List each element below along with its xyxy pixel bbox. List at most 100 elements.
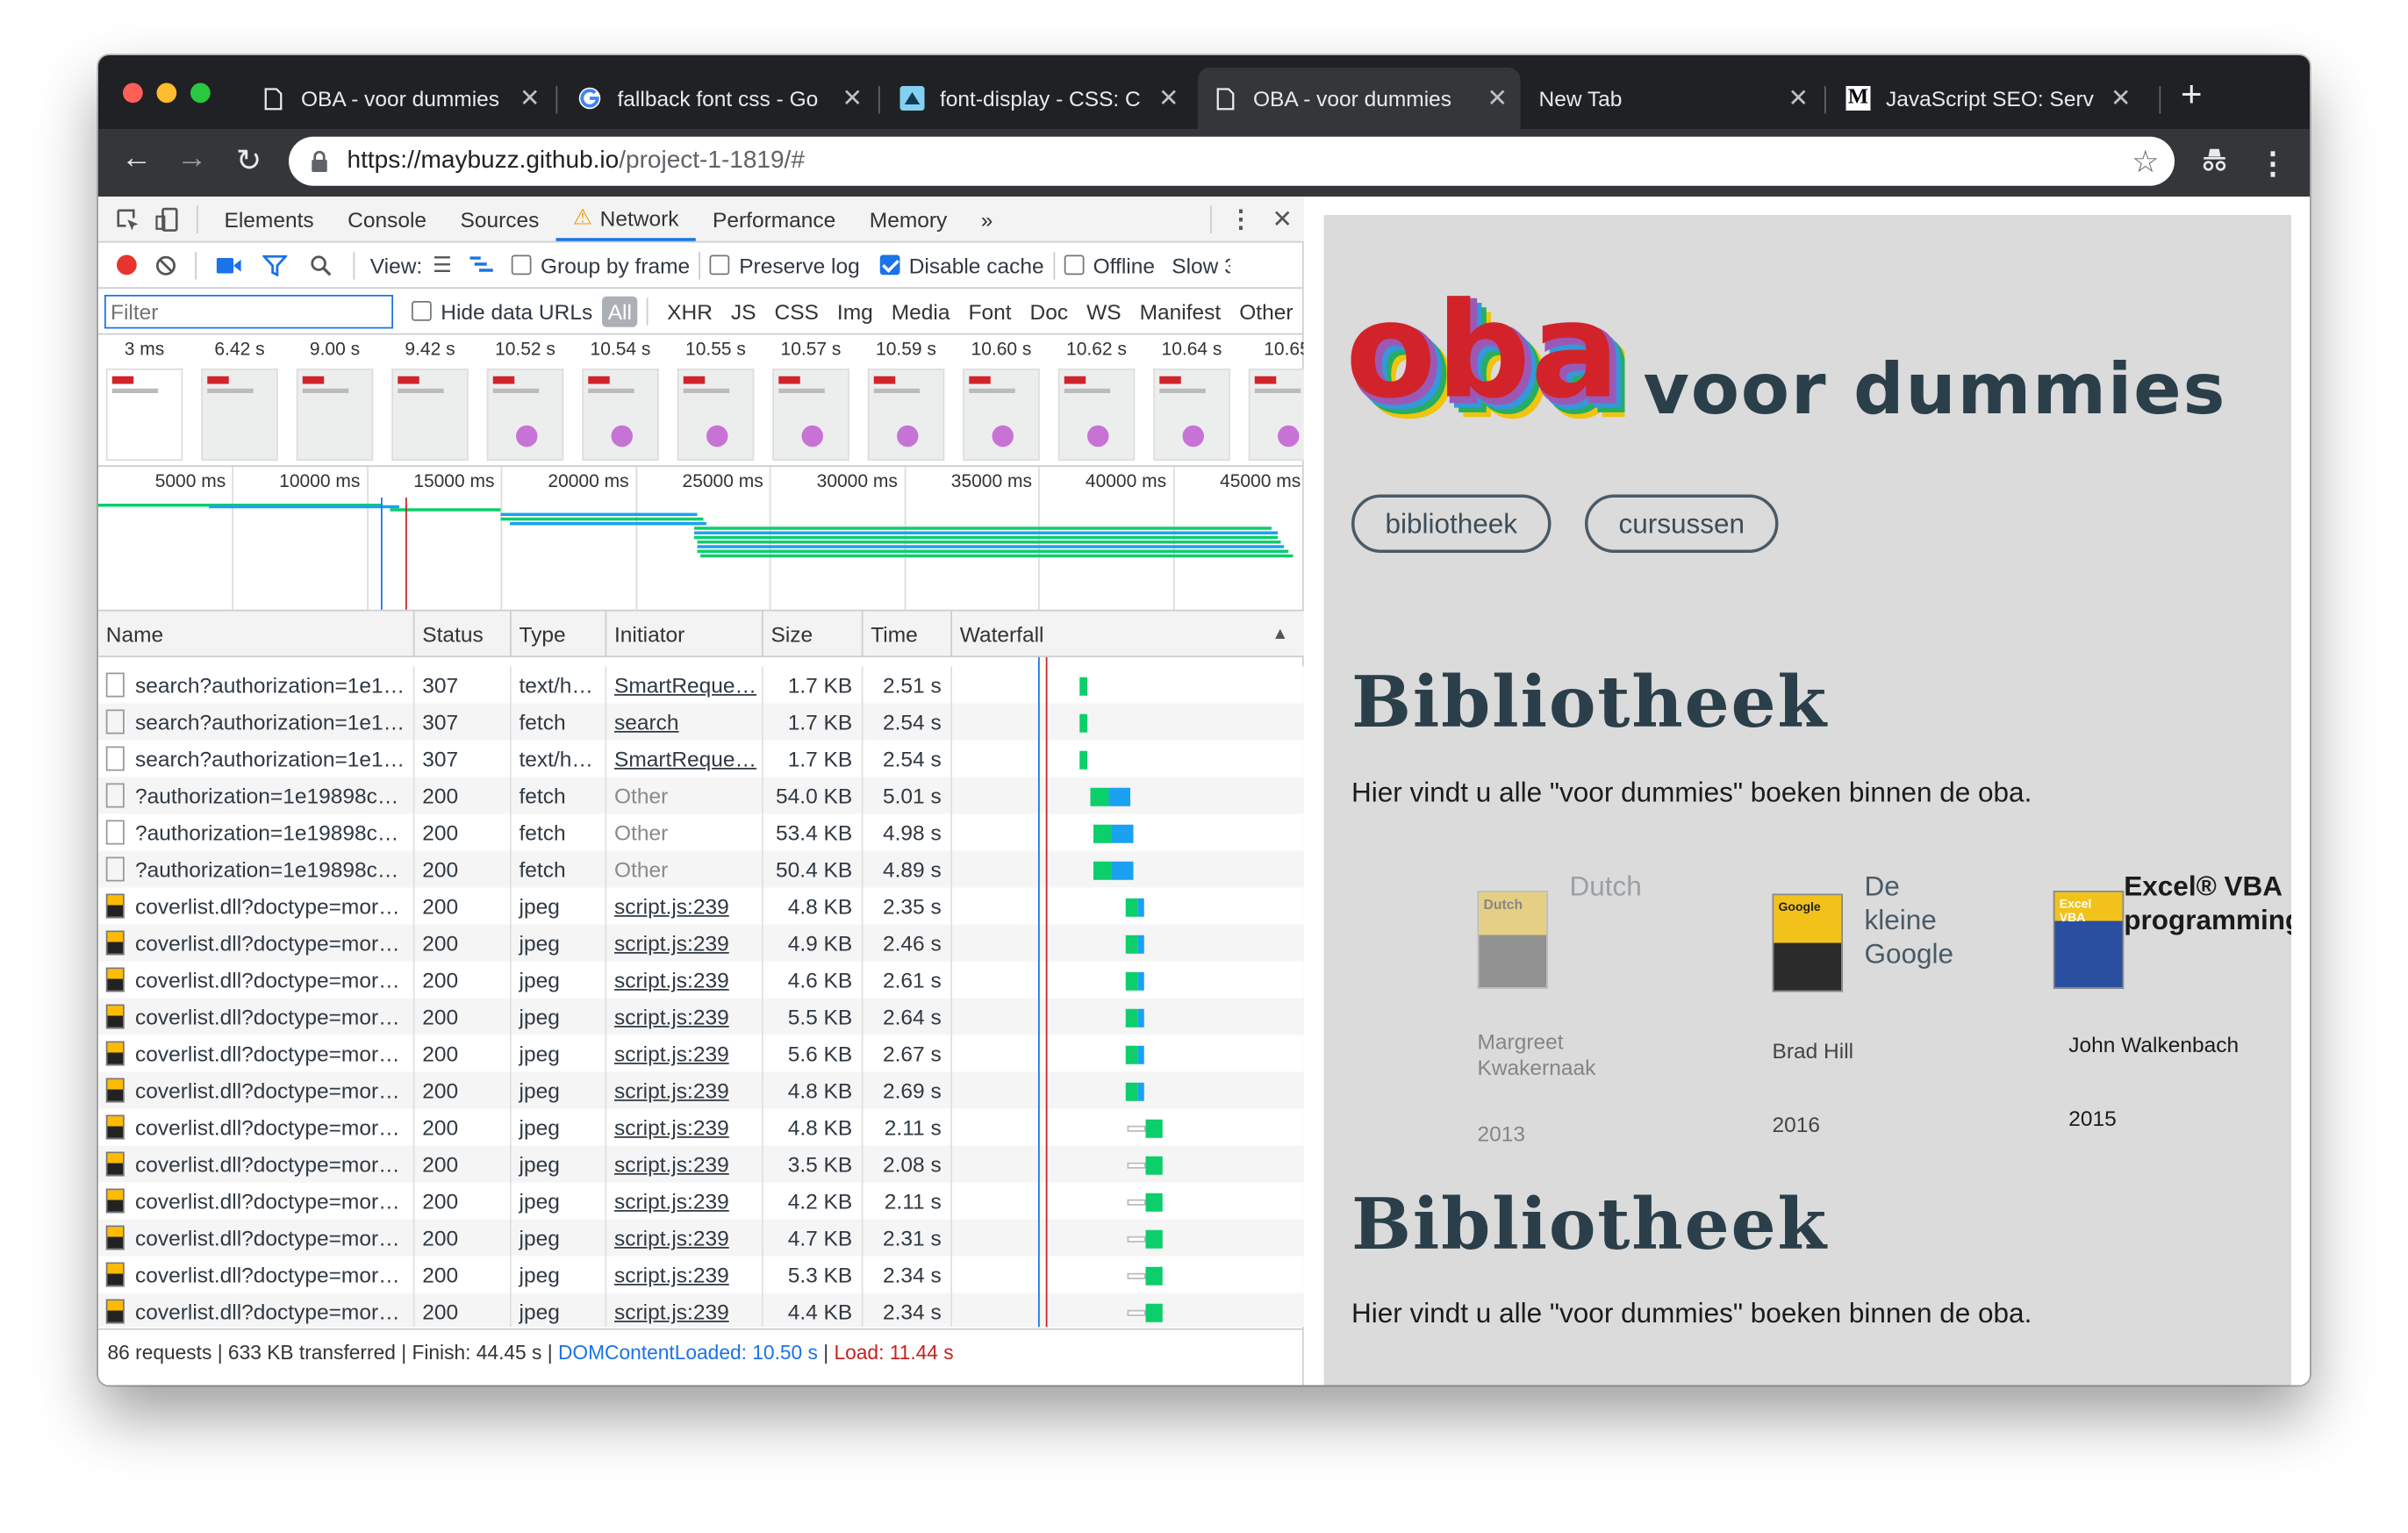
filmstrip-frame[interactable]: 10.59 s — [866, 335, 946, 461]
group-by-frame-checkbox[interactable]: Group by frame — [511, 253, 690, 277]
table-row[interactable]: coverlist.dll?doctype=mor… 200 jpeg script.… — [98, 1182, 1304, 1220]
cell-initiator[interactable]: script.js:239 — [606, 961, 763, 999]
filter-type-ws[interactable]: WS — [1078, 296, 1130, 326]
filter-type-xhr[interactable]: XHR — [658, 296, 722, 326]
filter-type-css[interactable]: CSS — [765, 296, 828, 326]
filmstrip-frame[interactable]: 9.42 s — [391, 335, 470, 461]
table-row[interactable]: ?authorization=1e19898c… 200 fetch Other 53.… — [98, 813, 1304, 851]
cell-name[interactable]: search?authorization=1e1… — [98, 666, 415, 704]
reload-button[interactable]: ↻ — [231, 141, 268, 180]
table-row[interactable]: ?authorization=1e19898c… 200 fetch Other 54.… — [98, 777, 1304, 814]
filter-type-js[interactable]: JS — [721, 296, 765, 326]
cell-name[interactable]: search?authorization=1e1… — [98, 740, 415, 777]
filmstrip-frame[interactable]: 3 ms — [104, 335, 184, 461]
clear-icon[interactable] — [146, 245, 186, 285]
cell-name[interactable]: search?authorization=1e1… — [98, 703, 415, 741]
tab-elements[interactable]: Elements — [207, 197, 331, 240]
tab-console[interactable]: Console — [331, 197, 443, 240]
close-tab-icon[interactable]: ✕ — [1785, 83, 1813, 114]
filmstrip-frame[interactable]: 10.65 — [1247, 335, 1304, 461]
browser-menu-button[interactable]: ⋮ — [2258, 145, 2289, 183]
filmstrip-frame[interactable]: 6.42 s — [200, 335, 280, 461]
filter-type-doc[interactable]: Doc — [1021, 296, 1078, 326]
table-row[interactable]: search?authorization=1e1… 307 text/h… Smart… — [98, 666, 1304, 704]
network-overview[interactable]: 5000 ms 10000 ms 15000 ms 20000 ms 25000 ms 3… — [98, 467, 1304, 612]
offline-checkbox[interactable]: Offline — [1064, 253, 1155, 277]
cell-name[interactable]: coverlist.dll?doctype=mor… — [98, 961, 415, 999]
close-tab-icon[interactable]: ✕ — [839, 83, 867, 114]
table-row[interactable]: coverlist.dll?doctype=mor… 200 jpeg script.… — [98, 1071, 1304, 1109]
close-devtools-icon[interactable]: ✕ — [1261, 204, 1304, 234]
cell-initiator[interactable]: script.js:239 — [606, 1182, 763, 1220]
filter-icon[interactable] — [252, 245, 298, 285]
cell-initiator[interactable]: script.js:239 — [606, 1145, 763, 1183]
hide-data-urls-checkbox[interactable]: Hide data URLs — [412, 298, 592, 323]
cell-name[interactable]: coverlist.dll?doctype=mor… — [98, 1293, 415, 1327]
filmstrip-frame[interactable]: 9.00 s — [295, 335, 375, 461]
filmstrip-frame[interactable]: 10.52 s — [485, 335, 565, 461]
column-time[interactable]: Time — [864, 611, 952, 657]
table-row[interactable]: coverlist.dll?doctype=mor… 200 jpeg script.… — [98, 961, 1304, 999]
cell-name[interactable]: ?authorization=1e19898c… — [98, 777, 415, 814]
table-row[interactable]: coverlist.dll?doctype=mor… 200 jpeg script.… — [98, 1145, 1304, 1183]
close-tab-icon[interactable]: ✕ — [1484, 83, 1512, 114]
cell-initiator[interactable]: SmartReque… — [606, 666, 763, 704]
book-card-google[interactable]: Google De kleine Google Brad Hill 2016 — [1699, 870, 1991, 1164]
more-tabs-button[interactable]: » — [964, 197, 1010, 240]
address-bar[interactable]: https://maybuzz.github.io/project-1-1819… — [289, 136, 2175, 186]
waterfall-view-icon[interactable] — [462, 249, 503, 280]
close-window-button[interactable] — [123, 82, 143, 104]
table-row[interactable]: search?authorization=1e1… 307 text/h… Smart… — [98, 740, 1304, 777]
search-icon[interactable] — [298, 245, 345, 285]
table-row[interactable]: coverlist.dll?doctype=mor… 200 jpeg script.… — [98, 887, 1304, 925]
table-row[interactable]: coverlist.dll?doctype=mor… 200 jpeg script.… — [98, 1256, 1304, 1293]
cell-initiator[interactable]: script.js:239 — [606, 1219, 763, 1257]
tab-mdn[interactable]: font-display - CSS: C ✕ — [885, 68, 1192, 129]
cell-initiator[interactable]: script.js:239 — [606, 1108, 763, 1146]
preserve-log-checkbox[interactable]: Preserve log — [709, 253, 860, 277]
table-row[interactable]: coverlist.dll?doctype=mor… 200 jpeg script.… — [98, 924, 1304, 962]
tab-medium[interactable]: M JavaScript SEO: Serv ✕ — [1831, 68, 2144, 129]
cell-initiator[interactable]: SmartReque… — [606, 740, 763, 777]
filter-type-manifest[interactable]: Manifest — [1130, 296, 1230, 326]
cell-name[interactable]: ?authorization=1e19898c… — [98, 850, 415, 888]
minimize-window-button[interactable] — [156, 82, 177, 104]
new-tab-button[interactable]: + — [2181, 76, 2203, 114]
cell-name[interactable]: coverlist.dll?doctype=mor… — [98, 1108, 415, 1146]
nav-cursussen[interactable]: cursussen — [1585, 494, 1779, 553]
close-tab-icon[interactable]: ✕ — [1155, 83, 1183, 114]
tab-performance[interactable]: Performance — [696, 197, 853, 240]
disable-cache-checkbox[interactable]: Disable cache — [879, 253, 1044, 277]
table-row[interactable]: coverlist.dll?doctype=mor… 200 jpeg script.… — [98, 1035, 1304, 1072]
filmstrip-frame[interactable]: 10.55 s — [676, 335, 756, 461]
cell-initiator[interactable]: script.js:239 — [606, 1035, 763, 1072]
tab-memory[interactable]: Memory — [853, 197, 964, 240]
cell-name[interactable]: ?authorization=1e19898c… — [98, 813, 415, 851]
cell-name[interactable]: coverlist.dll?doctype=mor… — [98, 1035, 415, 1072]
filter-type-media[interactable]: Media — [882, 296, 959, 326]
filter-type-font[interactable]: Font — [959, 296, 1021, 326]
tab-network[interactable]: ⚠ Network — [555, 197, 696, 240]
cell-name[interactable]: coverlist.dll?doctype=mor… — [98, 924, 415, 962]
close-tab-icon[interactable]: ✕ — [2107, 83, 2135, 114]
zoom-window-button[interactable] — [190, 82, 211, 104]
record-button[interactable] — [106, 245, 147, 285]
cell-name[interactable]: coverlist.dll?doctype=mor… — [98, 887, 415, 925]
table-row[interactable]: coverlist.dll?doctype=mor… 200 jpeg script.… — [98, 1293, 1304, 1327]
nav-bibliotheek[interactable]: bibliotheek — [1351, 494, 1552, 553]
book-card-excel[interactable]: Excel VBA Excel® VBA programming John Wa… — [1984, 870, 2291, 1164]
incognito-icon[interactable] — [2199, 145, 2230, 176]
bookmark-star-icon[interactable]: ☆ — [2132, 143, 2159, 182]
table-row[interactable]: coverlist.dll?doctype=mor… 200 jpeg script.… — [98, 1108, 1304, 1146]
cell-name[interactable]: coverlist.dll?doctype=mor… — [98, 1256, 415, 1293]
table-row[interactable]: ?authorization=1e19898c… 200 fetch Other 50.… — [98, 850, 1304, 888]
column-initiator[interactable]: Initiator — [606, 611, 763, 657]
table-row[interactable]: coverlist.dll?doctype=mor… 200 jpeg script.… — [98, 1219, 1304, 1257]
tab-sources[interactable]: Sources — [443, 197, 555, 240]
filmstrip-frame[interactable]: 10.64 s — [1152, 335, 1232, 461]
cell-initiator[interactable]: script.js:239 — [606, 887, 763, 925]
throttling-select[interactable]: Slow 3 — [1172, 253, 1230, 277]
column-name[interactable]: Name — [98, 611, 415, 657]
close-tab-icon[interactable]: ✕ — [516, 83, 544, 114]
book-card-dutch[interactable]: Dutch Dutch Margreet Kwakernaak 2013 — [1401, 870, 1693, 1164]
